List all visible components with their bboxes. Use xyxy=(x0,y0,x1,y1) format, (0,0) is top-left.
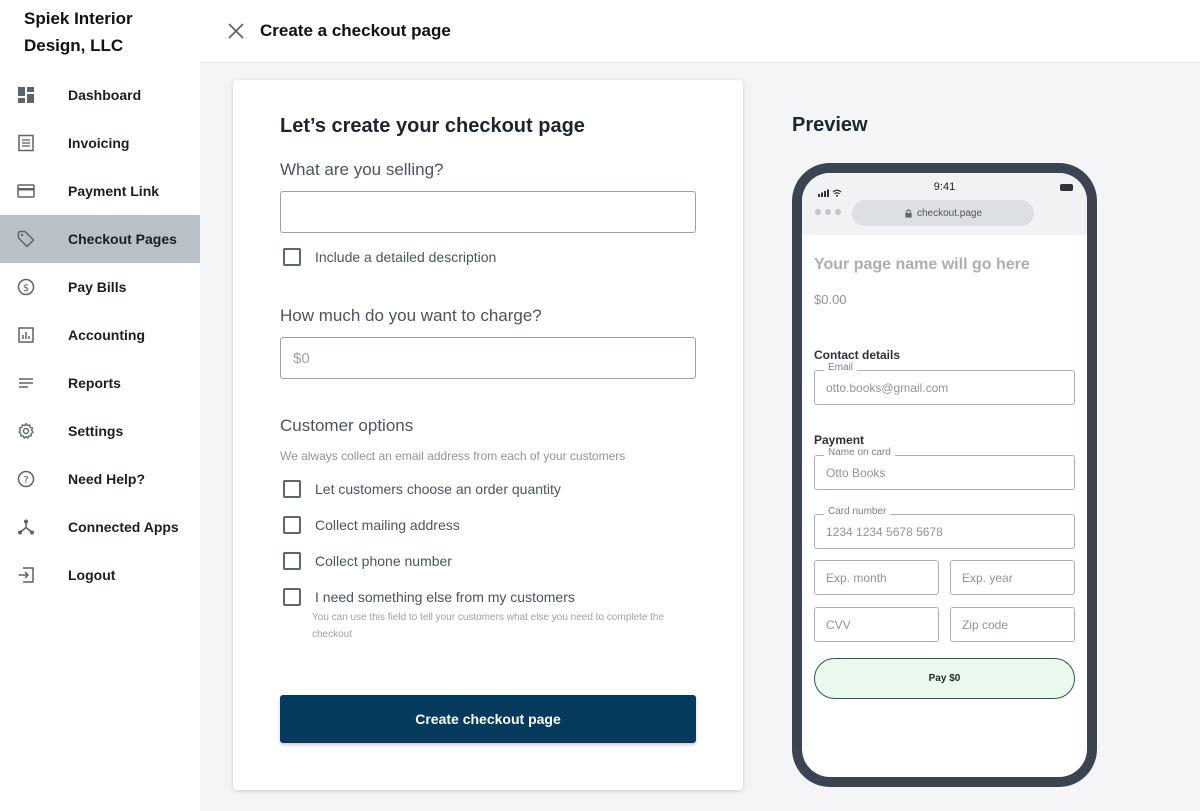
top-header: Create a checkout page xyxy=(200,0,1200,63)
card-field-value: 1234 1234 5678 5678 xyxy=(826,524,943,539)
form-title: Let’s create your checkout page xyxy=(280,115,585,137)
sidebar-item-label: Invoicing xyxy=(68,135,130,151)
url-bar: checkout.page xyxy=(852,200,1034,226)
sidebar-item-settings[interactable]: Settings xyxy=(0,407,200,455)
description-checkbox-label: Include a detailed description xyxy=(315,249,497,265)
help-circle-icon: ? xyxy=(16,469,36,489)
sidebar-item-label: Need Help? xyxy=(68,471,146,487)
option-order-quantity: Let customers choose an order quantity xyxy=(283,480,561,498)
preview-page-name: Your page name will go here xyxy=(814,256,1030,273)
lines-icon xyxy=(16,373,36,393)
option-mailing-address: Collect mailing address xyxy=(283,516,460,534)
payment-title: Payment xyxy=(814,433,865,447)
email-field-value: otto.books@gmail.com xyxy=(826,380,949,395)
bar-chart-icon xyxy=(16,325,36,345)
preview-cvv-field: CVV xyxy=(814,607,939,642)
sidebar-item-logout[interactable]: Logout xyxy=(0,551,200,599)
zip-placeholder: Zip code xyxy=(962,617,1009,632)
exp-month-placeholder: Exp. month xyxy=(826,570,887,585)
preview-title: Preview xyxy=(792,114,868,136)
phone-number-checkbox[interactable] xyxy=(283,552,301,570)
logout-icon xyxy=(16,565,36,585)
browser-bar: 9:41 checkout.page xyxy=(802,173,1087,235)
selling-label: What are you selling? xyxy=(280,160,444,179)
name-field-value: Otto Books xyxy=(826,465,886,480)
credit-card-icon xyxy=(16,181,36,201)
preview-amount: $0.00 xyxy=(814,292,847,307)
mailing-address-checkbox[interactable] xyxy=(283,516,301,534)
more-dots-icon xyxy=(815,209,841,215)
url-text: checkout.page xyxy=(916,207,983,219)
preview-email-field: Email otto.books@gmail.com xyxy=(814,362,1075,405)
sidebar-item-label: Accounting xyxy=(68,327,145,343)
name-field-label: Name on card xyxy=(824,447,895,458)
contact-details-title: Contact details xyxy=(814,348,901,362)
selling-input[interactable] xyxy=(280,191,696,233)
sidebar-item-invoicing[interactable]: Invoicing xyxy=(0,119,200,167)
order-quantity-checkbox[interactable] xyxy=(283,480,301,498)
gear-icon xyxy=(16,421,36,441)
sidebar-item-label: Settings xyxy=(68,423,124,439)
company-name: Spiek Interior Design, LLC xyxy=(24,9,133,55)
sidebar-nav: Dashboard Invoicing Payment Link Checkou… xyxy=(0,71,200,599)
phone-preview: 9:41 checkout.page Your page name will g… xyxy=(792,163,1097,787)
create-checkout-button[interactable]: Create checkout page xyxy=(280,695,696,743)
mailing-address-label: Collect mailing address xyxy=(315,517,460,533)
customer-options-helper: We always collect an email address from … xyxy=(280,449,626,463)
close-icon[interactable] xyxy=(226,21,246,41)
order-quantity-label: Let customers choose an order quantity xyxy=(315,481,561,497)
sidebar-item-checkout-pages[interactable]: Checkout Pages xyxy=(0,215,200,263)
phone-number-label: Collect phone number xyxy=(315,553,452,569)
sidebar-item-label: Dashboard xyxy=(68,87,142,103)
sidebar-item-label: Connected Apps xyxy=(68,519,179,535)
phone-screen: 9:41 checkout.page Your page name will g… xyxy=(802,173,1087,777)
battery-icon xyxy=(1060,184,1073,191)
card-field-label: Card number xyxy=(824,506,891,517)
description-checkbox[interactable] xyxy=(283,248,301,266)
svg-text:$: $ xyxy=(23,283,29,294)
something-else-helper: You can use this field to tell your cust… xyxy=(312,612,665,640)
customer-options-title: Customer options xyxy=(280,416,414,435)
tag-icon xyxy=(16,229,36,249)
charge-input[interactable] xyxy=(280,337,696,379)
preview-exp-year-field: Exp. year xyxy=(950,560,1075,595)
description-option: Include a detailed description xyxy=(283,248,496,266)
preview-zip-field: Zip code xyxy=(950,607,1075,642)
sidebar-item-label: Payment Link xyxy=(68,183,160,199)
invoice-icon xyxy=(16,133,36,153)
sidebar-item-connected-apps[interactable]: Connected Apps xyxy=(0,503,200,551)
preview-name-field: Name on card Otto Books xyxy=(814,447,1075,490)
exp-year-placeholder: Exp. year xyxy=(962,570,1013,585)
lock-icon xyxy=(905,208,912,218)
dollar-circle-icon: $ xyxy=(16,277,36,297)
dashboard-icon xyxy=(16,85,36,105)
preview-card-field: Card number 1234 1234 5678 5678 xyxy=(814,506,1075,549)
sidebar-item-accounting[interactable]: Accounting xyxy=(0,311,200,359)
sidebar-item-reports[interactable]: Reports xyxy=(0,359,200,407)
sidebar-item-label: Logout xyxy=(68,567,116,583)
cvv-placeholder: CVV xyxy=(826,617,851,632)
page-title: Create a checkout page xyxy=(260,21,451,40)
option-something-else: I need something else from my customers xyxy=(283,588,575,606)
option-phone-number: Collect phone number xyxy=(283,552,452,570)
preview-exp-month-field: Exp. month xyxy=(814,560,939,595)
sidebar-item-dashboard[interactable]: Dashboard xyxy=(0,71,200,119)
svg-text:?: ? xyxy=(23,475,28,486)
something-else-checkbox[interactable] xyxy=(283,588,301,606)
sidebar-item-label: Pay Bills xyxy=(68,279,127,295)
sidebar-item-label: Checkout Pages xyxy=(68,231,177,247)
charge-label: How much do you want to charge? xyxy=(280,306,542,325)
sidebar-item-need-help[interactable]: ? Need Help? xyxy=(0,455,200,503)
checkout-form-card: Let’s create your checkout page What are… xyxy=(233,80,743,790)
sidebar-item-payment-link[interactable]: Payment Link xyxy=(0,167,200,215)
sidebar: Spiek Interior Design, LLC Dashboard Inv… xyxy=(0,0,200,811)
sidebar-item-label: Reports xyxy=(68,375,121,391)
email-field-label: Email xyxy=(824,362,858,373)
sidebar-item-pay-bills[interactable]: $ Pay Bills xyxy=(0,263,200,311)
something-else-label: I need something else from my customers xyxy=(315,589,575,605)
connected-nodes-icon xyxy=(16,517,36,537)
preview-pay-button: Pay $0 xyxy=(814,658,1075,699)
status-time: 9:41 xyxy=(933,181,956,193)
